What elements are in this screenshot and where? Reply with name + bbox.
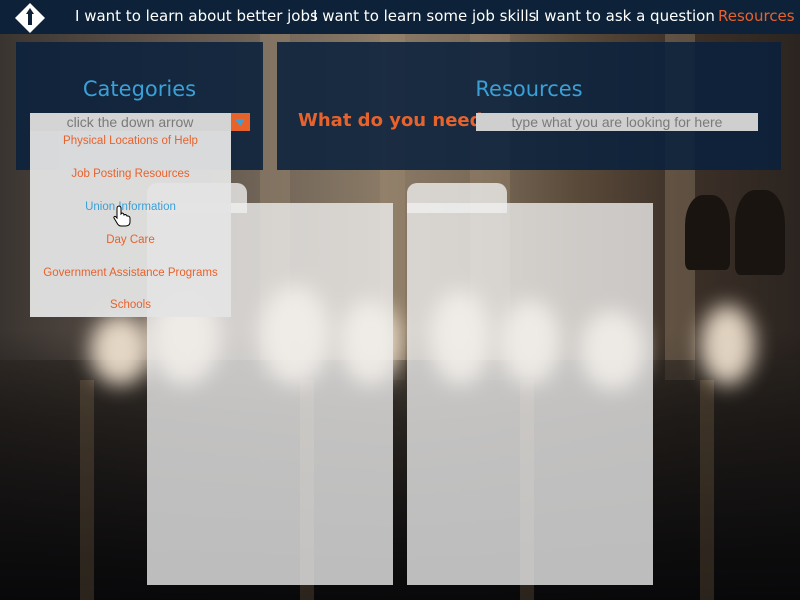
dropdown-option-job-posting[interactable]: Job Posting Resources [30, 168, 231, 180]
results-folder-right [407, 183, 653, 585]
nav-ask-question[interactable]: I want to ask a question [535, 7, 715, 25]
resources-title: Resources [475, 77, 583, 101]
need-label: What do you need: [298, 110, 490, 131]
logo-icon[interactable] [14, 2, 46, 34]
top-navigation: I want to learn about better jobs I want… [0, 0, 800, 34]
hand-cursor-icon [113, 205, 131, 227]
dropdown-option-government-assistance[interactable]: Government Assistance Programs [30, 267, 231, 279]
nav-resources[interactable]: Resources [718, 7, 795, 25]
category-select[interactable]: click the down arrow [30, 113, 250, 131]
search-input[interactable] [476, 113, 758, 131]
category-select-value: click the down arrow [66, 114, 194, 130]
dropdown-option-schools[interactable]: Schools [30, 299, 231, 311]
dropdown-option-day-care[interactable]: Day Care [30, 234, 231, 246]
nav-job-skills[interactable]: I want to learn some job skills [313, 7, 536, 25]
resources-panel: Resources [277, 42, 781, 170]
nav-better-jobs[interactable]: I want to learn about better jobs [75, 7, 318, 25]
dropdown-option-physical-locations[interactable]: Physical Locations of Help [30, 135, 231, 147]
categories-title: Categories [82, 77, 197, 101]
chevron-down-icon[interactable] [231, 113, 250, 131]
